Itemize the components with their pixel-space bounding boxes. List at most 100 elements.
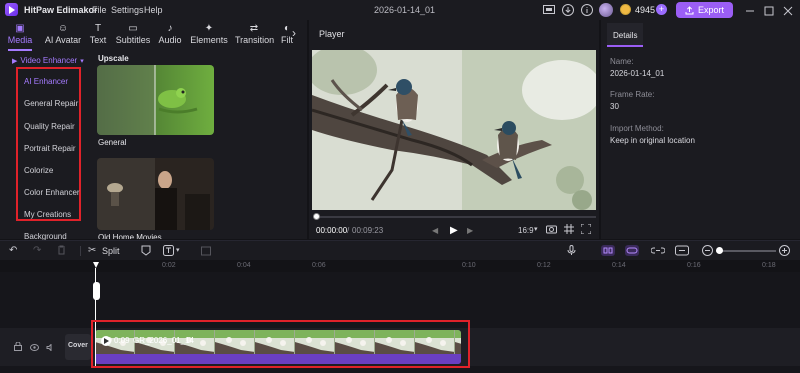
chevron-down-icon: ▾ xyxy=(80,57,84,65)
play-icon[interactable]: ▶ xyxy=(450,225,458,236)
add-credits-button[interactable]: + xyxy=(656,4,667,15)
tab-ai-avatar-label: AI Avatar xyxy=(44,35,82,45)
thumbnail-label-old-home-movies: Old Home Movies xyxy=(98,233,162,239)
audio-icon: ♪ xyxy=(167,23,173,34)
sidebar-item-quality-repair[interactable]: Quality Repair xyxy=(24,122,75,131)
info-icon[interactable] xyxy=(580,3,594,17)
ruler-tick: 0:04 xyxy=(237,262,251,269)
credits-count: 4945 xyxy=(635,5,656,15)
sidebar-item-ai-enhancer[interactable]: AI Enhancer xyxy=(24,77,68,86)
chain-icon[interactable] xyxy=(650,245,666,258)
delete-icon[interactable] xyxy=(57,245,66,257)
time-separator: / xyxy=(347,226,350,235)
tab-transition[interactable]: ⇄ Transition xyxy=(235,22,274,48)
track-visibility-icon[interactable] xyxy=(30,343,39,353)
tab-subtitles[interactable]: ▭ Subtitles xyxy=(115,22,151,48)
tab-details[interactable]: Details xyxy=(607,23,643,47)
sidebar-item-my-creations[interactable]: My Creations xyxy=(24,210,71,219)
playhead-grip[interactable] xyxy=(93,282,100,300)
detail-frame-rate-value: 30 xyxy=(610,102,619,111)
detail-name-label: Name: xyxy=(610,57,634,66)
video-clip[interactable]: 0:09 GR_2026_01_14 xyxy=(95,330,461,364)
ruler-tick: 0:12 xyxy=(537,262,551,269)
progress-handle[interactable] xyxy=(313,213,320,220)
menu-settings[interactable]: Settings xyxy=(111,5,144,15)
magnet-snap-icon[interactable] xyxy=(601,245,615,256)
tab-ai-avatar[interactable]: ☺ AI Avatar xyxy=(42,22,84,48)
tab-elements-label: Elements xyxy=(190,35,228,45)
clip-play-icon xyxy=(101,336,111,346)
tabs-scroll-right-icon[interactable]: › xyxy=(292,26,296,40)
snapshot-icon[interactable] xyxy=(546,224,557,236)
avatar[interactable] xyxy=(599,3,613,17)
clip-name: GR_2026_01_14 xyxy=(133,336,194,345)
transition-icon: ⇄ xyxy=(249,23,259,34)
microphone-icon[interactable] xyxy=(567,245,576,258)
split-button[interactable]: Split xyxy=(102,246,120,256)
tab-media-label: Media xyxy=(7,35,33,45)
sidebar-item-general-repair[interactable]: General Repair xyxy=(24,99,78,108)
title-bar: HitPaw Edimakor File Settings Help 2026-… xyxy=(0,0,800,20)
chevron-down-icon[interactable]: ▾ xyxy=(176,246,180,254)
scissors-icon[interactable]: ✂ xyxy=(88,245,96,256)
freeze-icon[interactable] xyxy=(201,245,211,258)
ruler-tick: 0:14 xyxy=(612,262,626,269)
cover-label: Cover xyxy=(68,342,88,349)
mask-icon[interactable] xyxy=(141,245,151,258)
fullscreen-icon[interactable] xyxy=(580,223,592,236)
thumbnail-general[interactable] xyxy=(97,65,214,135)
minimize-icon[interactable] xyxy=(743,4,757,18)
fit-icon[interactable] xyxy=(675,245,689,258)
project-name: 2026-01-14_01 xyxy=(374,5,436,15)
export-button[interactable]: Export xyxy=(676,2,733,18)
tab-details-label: Details xyxy=(613,31,638,40)
tab-audio[interactable]: ♪ Audio xyxy=(157,22,183,48)
zoom-slider[interactable] xyxy=(716,250,776,252)
ruler-tick: 0:16 xyxy=(687,262,701,269)
screen-icon[interactable] xyxy=(542,3,556,17)
previous-frame-icon[interactable]: ◀ xyxy=(432,226,438,235)
tab-text-label: Text xyxy=(89,35,107,45)
app-logo-icon xyxy=(5,3,18,16)
sidebar-item-color-enhancer[interactable]: Color Enhancer xyxy=(24,188,80,197)
maximize-icon[interactable] xyxy=(762,4,776,18)
zoom-in-icon[interactable] xyxy=(779,245,790,258)
player-progress[interactable] xyxy=(314,216,596,218)
undo-icon[interactable]: ↶ xyxy=(9,245,17,256)
grid-icon[interactable] xyxy=(564,224,574,236)
section-title: Upscale xyxy=(98,54,129,63)
main-video-track: Cover 0:09 GR_2026_01_14 xyxy=(0,328,800,366)
category-label: Video Enhancer xyxy=(20,56,78,65)
menu-help[interactable]: Help xyxy=(144,5,163,15)
detail-name-value: 2026-01-14_01 xyxy=(610,69,665,78)
text-tool-icon[interactable] xyxy=(163,245,174,258)
link-icon[interactable] xyxy=(625,245,639,256)
export-label: Export xyxy=(697,5,724,15)
thumbnail-old-home-movies[interactable] xyxy=(97,158,214,230)
sidebar-item-portrait-repair[interactable]: Portrait Repair xyxy=(24,144,76,153)
clip-audio-bar xyxy=(95,354,461,364)
menu-file[interactable]: File xyxy=(92,5,107,15)
tab-text[interactable]: T Text xyxy=(88,22,108,48)
tab-elements[interactable]: ✦ Elements xyxy=(190,22,228,48)
download-icon[interactable] xyxy=(561,3,575,17)
player-title: Player xyxy=(319,29,345,39)
detail-frame-rate-label: Frame Rate: xyxy=(610,90,655,99)
tab-media[interactable]: ▣ Media xyxy=(6,22,34,51)
category-dropdown[interactable]: ▶ Video Enhancer ▾ xyxy=(12,56,84,65)
track-lock-icon[interactable] xyxy=(14,341,22,353)
track-audio-icon[interactable] xyxy=(46,343,55,353)
current-time: 00:00:00 xyxy=(316,226,348,235)
timeline-ruler[interactable]: 0:02 0:04 0:06 0:10 0:12 0:14 0:16 0:18 xyxy=(0,260,800,272)
close-icon[interactable] xyxy=(781,4,795,18)
cover-button[interactable]: Cover xyxy=(65,334,91,360)
video-preview[interactable] xyxy=(312,50,596,210)
aspect-ratio-select[interactable]: 16:9 xyxy=(518,226,534,235)
chevron-down-icon: ▾ xyxy=(534,226,538,233)
zoom-out-icon[interactable] xyxy=(702,245,713,258)
tab-subtitles-label: Subtitles xyxy=(115,35,151,45)
redo-icon[interactable]: ↷ xyxy=(33,245,41,256)
next-frame-icon[interactable]: ▶ xyxy=(467,226,473,235)
zoom-slider-handle[interactable] xyxy=(716,247,723,254)
sidebar-item-colorize[interactable]: Colorize xyxy=(24,166,53,175)
